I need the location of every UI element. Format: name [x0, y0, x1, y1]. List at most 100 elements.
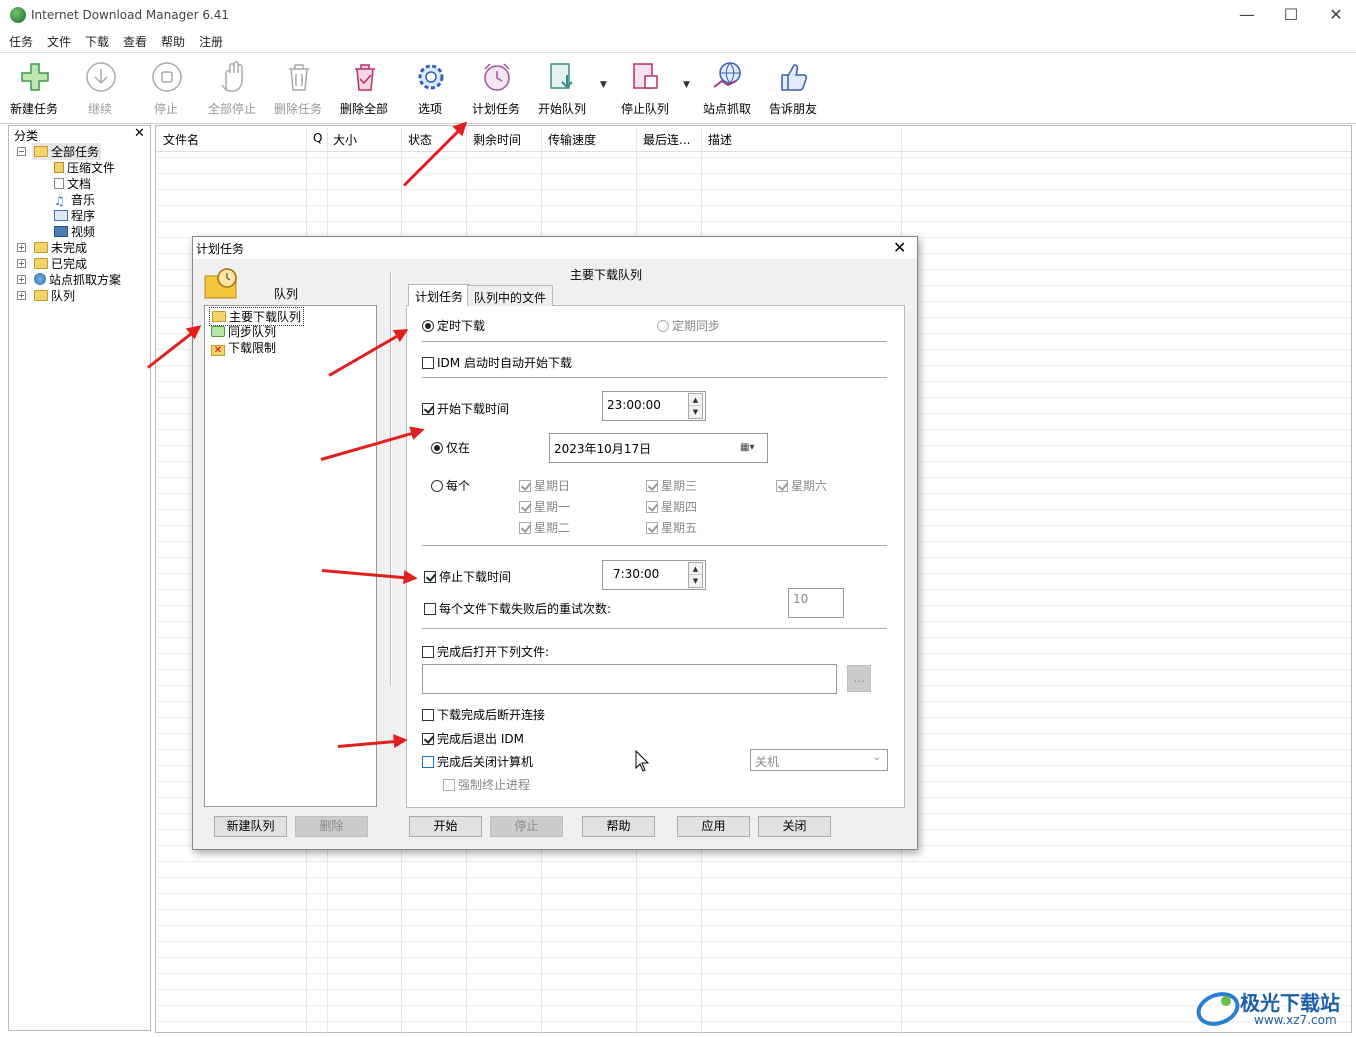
tree-item-unfinished[interactable]: 未完成 — [34, 239, 87, 256]
expand-queues-icon[interactable]: + — [17, 291, 26, 300]
folder-unfinished-icon — [34, 242, 48, 253]
minimize-button[interactable]: — — [1232, 5, 1262, 25]
day-wednesday-checkbox[interactable]: 星期三 — [646, 477, 697, 494]
open-file-path-input[interactable] — [422, 664, 837, 694]
tree-item-music[interactable]: ♫ 音乐 — [54, 191, 95, 208]
delete-all-button[interactable]: 删除全部 — [333, 58, 395, 120]
date-picker[interactable]: 2023年10月17日 — [549, 433, 768, 463]
start-queue-button[interactable]: 开始队列 — [531, 58, 593, 120]
tree-item-queues[interactable]: 队列 — [34, 287, 75, 304]
scheduler-button[interactable]: 计划任务 — [465, 58, 527, 120]
tree-item-finished[interactable]: 已完成 — [34, 255, 87, 272]
new-task-button[interactable]: 新建任务 — [3, 58, 65, 120]
close-dialog-button[interactable]: 关闭 — [758, 816, 831, 837]
trash-icon — [289, 64, 309, 91]
thumbs-up-icon — [781, 64, 808, 91]
queue-item-sync[interactable]: 同步队列 — [211, 323, 276, 340]
radio-every[interactable]: 每个 — [431, 477, 470, 494]
start-queue-dropdown-icon[interactable]: ▼ — [600, 80, 607, 90]
queue-item-limit[interactable]: ✕ 下载限制 — [211, 339, 276, 356]
col-description[interactable]: 描述 — [708, 131, 732, 148]
collapse-all-tasks-icon[interactable]: − — [17, 147, 26, 156]
stop-queue-button[interactable]: 停止队列 — [614, 58, 676, 120]
tree-item-documents[interactable]: 文档 — [54, 175, 91, 192]
day-friday-checkbox[interactable]: 星期五 — [646, 519, 697, 536]
stop-all-button[interactable]: 全部停止 — [201, 58, 263, 120]
stop-time-checkbox[interactable]: 停止下载时间 — [424, 568, 511, 585]
expand-finished-icon[interactable]: + — [17, 259, 26, 268]
tree-item-video[interactable]: 视频 — [54, 223, 95, 240]
col-last-try[interactable]: 最后连... — [643, 131, 690, 148]
start-button[interactable]: 开始 — [409, 816, 482, 837]
browse-button[interactable]: ... — [847, 665, 871, 692]
new-queue-button[interactable]: 新建队列 — [214, 816, 287, 837]
stop-queue-dropdown-icon[interactable]: ▼ — [683, 80, 690, 90]
retry-checkbox[interactable]: 每个文件下载失败后的重试次数: — [424, 600, 611, 617]
delete-queue-button[interactable]: 删除 — [295, 816, 368, 837]
menu-download[interactable]: 下载 — [85, 33, 109, 50]
maximize-button[interactable]: ☐ — [1276, 5, 1306, 25]
day-thursday-checkbox[interactable]: 星期四 — [646, 498, 697, 515]
folder-queue-icon — [34, 290, 48, 301]
dialog-close-button[interactable]: ✕ — [893, 238, 906, 257]
expand-unfinished-icon[interactable]: + — [17, 243, 26, 252]
tab-queue-files[interactable]: 队列中的文件 — [467, 285, 554, 306]
tree-item-compressed[interactable]: 压缩文件 — [54, 159, 115, 176]
col-q[interactable]: Q — [313, 131, 322, 145]
menu-view[interactable]: 查看 — [123, 33, 147, 50]
disconnect-checkbox[interactable]: 下载完成后断开连接 — [422, 706, 545, 723]
globe-grab-icon — [713, 62, 741, 88]
force-kill-checkbox[interactable]: 强制终止进程 — [443, 776, 530, 793]
idm-logo-icon — [10, 7, 26, 23]
stop-time-spinner[interactable]: ▲ ▼ — [688, 562, 703, 588]
tree-item-programs[interactable]: 程序 — [54, 207, 95, 224]
radio-only-on[interactable]: 仅在 — [431, 439, 470, 456]
site-grabber-button[interactable]: 站点抓取 — [696, 58, 758, 120]
col-status[interactable]: 状态 — [408, 131, 432, 148]
resume-button[interactable]: 继续 — [69, 58, 131, 120]
close-sidebar-icon[interactable]: ✕ — [134, 126, 145, 141]
menu-file[interactable]: 文件 — [47, 33, 71, 50]
col-speed[interactable]: 传输速度 — [548, 131, 596, 148]
radio-periodic-sync[interactable]: 定期同步 — [657, 317, 720, 334]
tree-item-grabber-projects[interactable]: 站点抓取方案 — [34, 271, 121, 288]
day-sunday-checkbox[interactable]: 星期日 — [519, 477, 570, 494]
help-button[interactable]: 帮助 — [582, 816, 655, 837]
archive-icon — [54, 162, 64, 173]
alarm-clock-icon — [484, 63, 510, 91]
tree-item-all-tasks[interactable]: 全部任务 — [32, 143, 102, 160]
menu-help[interactable]: 帮助 — [161, 33, 185, 50]
tab-schedule[interactable]: 计划任务 — [408, 284, 471, 306]
globe-icon — [34, 273, 46, 285]
start-time-spinner[interactable]: ▲ ▼ — [688, 393, 703, 419]
menu-task[interactable]: 任务 — [9, 33, 33, 50]
col-time-left[interactable]: 剩余时间 — [473, 131, 521, 148]
expand-grabber-icon[interactable]: + — [17, 275, 26, 284]
exit-idm-checkbox[interactable]: 完成后退出 IDM — [422, 730, 524, 747]
open-after-checkbox[interactable]: 完成后打开下列文件: — [422, 643, 549, 660]
options-button[interactable]: 选项 — [399, 58, 461, 120]
day-saturday-checkbox[interactable]: 星期六 — [776, 477, 827, 494]
delete-task-button[interactable]: 删除任务 — [267, 58, 329, 120]
shutdown-checkbox[interactable]: 完成后关闭计算机 — [422, 753, 533, 770]
start-time-checkbox[interactable]: 开始下载时间 — [422, 400, 509, 417]
stop-queue-dialog-button[interactable]: 停止 — [490, 816, 563, 837]
menu-register[interactable]: 注册 — [199, 33, 223, 50]
apply-button[interactable]: 应用 — [677, 816, 750, 837]
col-size[interactable]: 大小 — [333, 131, 357, 148]
retry-count-input[interactable]: 10 — [788, 588, 844, 618]
col-filename[interactable]: 文件名 — [163, 131, 199, 148]
calendar-dropdown-icon[interactable]: ▦▾ — [740, 442, 754, 453]
stop-button[interactable]: 停止 — [135, 58, 197, 120]
day-monday-checkbox[interactable]: 星期一 — [519, 498, 570, 515]
day-tuesday-checkbox[interactable]: 星期二 — [519, 519, 570, 536]
category-header: 分类 — [14, 129, 39, 143]
close-window-button[interactable]: ✕ — [1321, 5, 1351, 25]
shutdown-mode-select[interactable]: 关机 ⌄ — [750, 749, 888, 771]
tell-friend-button[interactable]: 告诉朋友 — [762, 58, 824, 120]
chevron-down-icon: ⌄ — [872, 752, 881, 763]
document-icon — [54, 178, 64, 189]
download-limit-icon: ✕ — [211, 345, 225, 356]
auto-start-checkbox[interactable]: IDM 启动时自动开始下载 — [422, 354, 572, 371]
radio-timed-download[interactable]: 定时下载 — [422, 317, 485, 334]
